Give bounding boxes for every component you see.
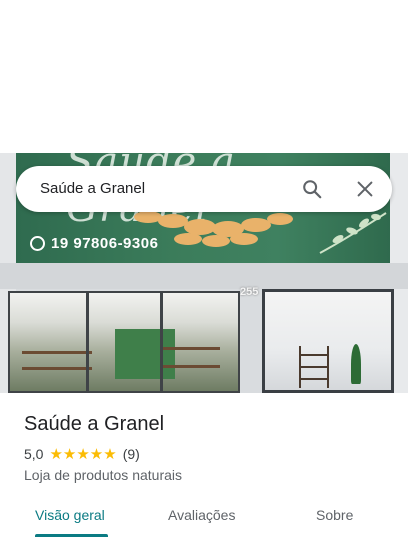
place-title: Saúde a Granel [24,413,165,435]
star-rating-icon: ★★★★★ [49,446,117,463]
place-info-panel: Saúde a Granel 5,0 ★★★★★ (9) Loja de pro… [0,393,408,546]
interior-green-wall [115,329,175,379]
street-number: 255 [240,286,259,298]
tab-reviews[interactable]: Avaliações [168,507,235,523]
window-frame [160,293,163,391]
search-input[interactable]: Saúde a Granel [40,180,145,197]
review-count: (9) [122,446,140,462]
sign-phone: 19 97806-9306 [30,235,158,252]
interior-rack [299,346,329,388]
sign-phone-number: 19 97806-9306 [51,235,159,252]
tab-bar: Visão geral Avaliações Sobre [0,504,408,546]
close-icon[interactable] [354,178,376,200]
leaves-illustration [319,212,387,254]
map-blank-area [0,0,408,153]
active-tab-indicator [35,534,108,537]
rating-row[interactable]: 5,0 ★★★★★ (9) [24,445,140,463]
search-icon[interactable] [301,178,323,200]
shelf [160,365,220,368]
rating-value: 5,0 [24,446,44,462]
place-category: Loja de produtos naturais [24,467,182,483]
tab-about[interactable]: Sobre [316,507,353,523]
interior-plant [351,344,361,384]
shelf [160,347,220,350]
search-bar[interactable]: Saúde a Granel [16,166,392,212]
shop-window-left [8,291,240,393]
building-beam [0,263,408,289]
window-frame [86,293,89,391]
tab-overview[interactable]: Visão geral [35,507,105,523]
shop-window-right [262,289,394,393]
whatsapp-icon [30,236,45,251]
shelf [22,367,92,370]
shelf [22,351,92,354]
